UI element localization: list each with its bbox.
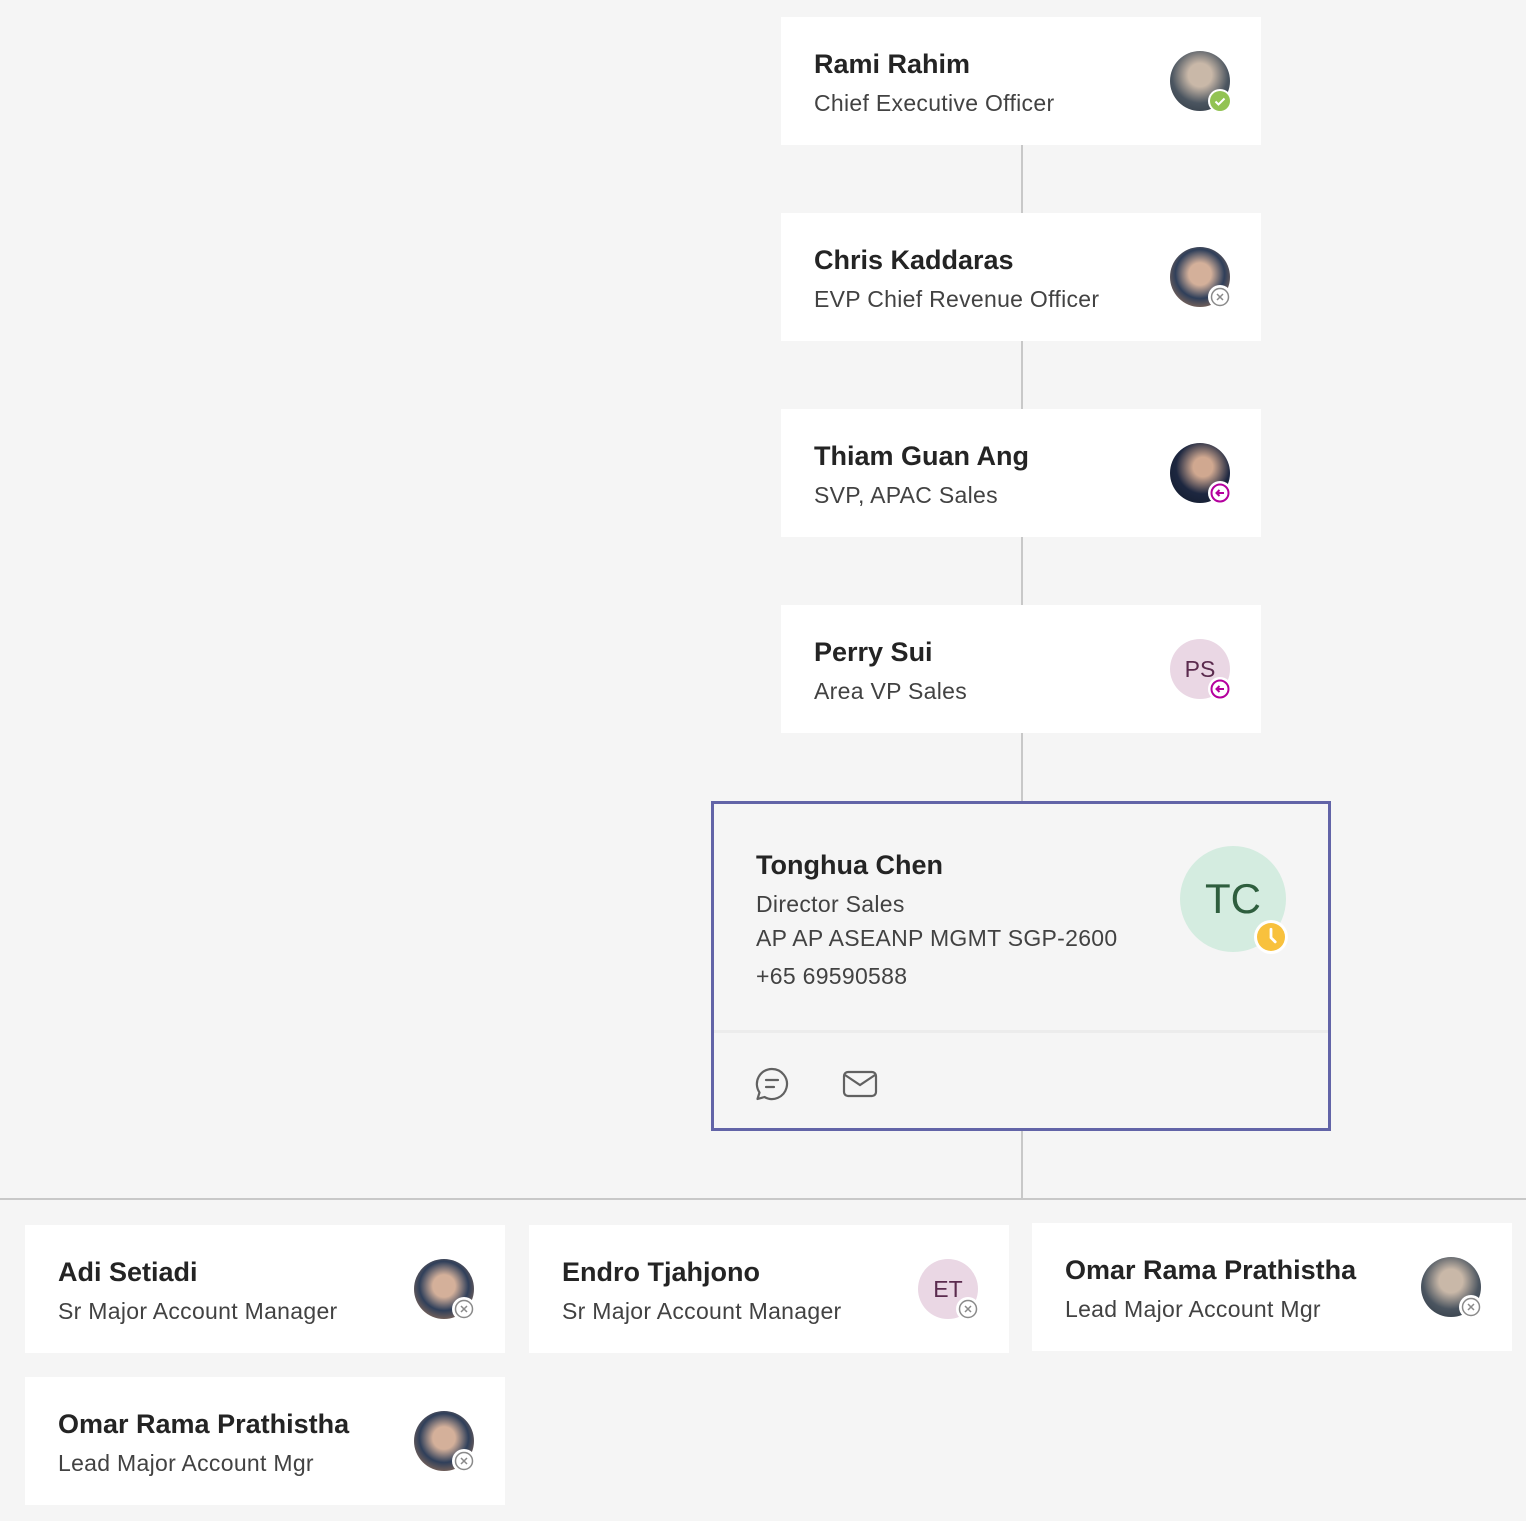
person-card[interactable]: Rami Rahim Chief Executive Officer xyxy=(781,17,1261,145)
person-title: Lead Major Account Mgr xyxy=(1065,1296,1321,1322)
offline-status-icon xyxy=(452,1449,476,1473)
avatar xyxy=(414,1411,476,1473)
offline-status-icon xyxy=(452,1297,476,1321)
chat-icon xyxy=(755,1067,789,1101)
person-department: AP AP ASEANP MGMT SGP-2600 xyxy=(756,925,1118,951)
person-name: Omar Rama Prathistha xyxy=(58,1409,350,1439)
mail-button[interactable] xyxy=(840,1064,880,1104)
person-card[interactable]: Perry Sui Area VP Sales PS xyxy=(781,605,1261,733)
person-title: EVP Chief Revenue Officer xyxy=(814,286,1100,312)
out-of-office-status-icon xyxy=(1208,481,1232,505)
person-card[interactable]: Chris Kaddaras EVP Chief Revenue Officer xyxy=(781,213,1261,341)
selected-person-card[interactable]: Tonghua Chen Director Sales AP AP ASEANP… xyxy=(711,801,1331,1131)
offline-status-icon xyxy=(1208,285,1232,309)
person-card[interactable]: Omar Rama Prathistha Lead Major Account … xyxy=(1032,1223,1512,1351)
offline-status-icon xyxy=(1459,1295,1483,1319)
person-card[interactable]: Endro Tjahjono Sr Major Account Manager E… xyxy=(529,1225,1009,1353)
reports-divider xyxy=(0,1198,1526,1200)
person-phone[interactable]: +65 69590588 xyxy=(756,963,907,990)
away-status-icon xyxy=(1254,920,1288,954)
person-name: Thiam Guan Ang xyxy=(814,441,1029,471)
person-title: Lead Major Account Mgr xyxy=(58,1450,314,1476)
person-card[interactable]: Adi Setiadi Sr Major Account Manager xyxy=(25,1225,505,1353)
person-title: SVP, APAC Sales xyxy=(814,482,998,508)
person-title: Sr Major Account Manager xyxy=(562,1298,842,1324)
person-title: Sr Major Account Manager xyxy=(58,1298,338,1324)
person-title: Director Sales xyxy=(756,891,905,917)
avatar xyxy=(1170,51,1232,113)
person-card[interactable]: Omar Rama Prathistha Lead Major Account … xyxy=(25,1377,505,1505)
avatar: ET xyxy=(918,1259,980,1321)
person-title: Area VP Sales xyxy=(814,678,968,704)
person-card[interactable]: Thiam Guan Ang SVP, APAC Sales xyxy=(781,409,1261,537)
avatar xyxy=(1170,443,1232,505)
person-name: Perry Sui xyxy=(814,637,933,667)
out-of-office-status-icon xyxy=(1208,677,1232,701)
person-name: Rami Rahim xyxy=(814,49,971,79)
person-name: Chris Kaddaras xyxy=(814,245,1014,275)
divider xyxy=(714,1030,1328,1033)
avatar xyxy=(414,1259,476,1321)
person-name: Adi Setiadi xyxy=(58,1257,198,1287)
person-name: Omar Rama Prathistha xyxy=(1065,1255,1357,1285)
avatar xyxy=(1170,247,1232,309)
person-name: Endro Tjahjono xyxy=(562,1257,760,1287)
avatar xyxy=(1421,1257,1483,1319)
avatar: PS xyxy=(1170,639,1232,701)
available-status-icon xyxy=(1208,89,1232,113)
offline-status-icon xyxy=(956,1297,980,1321)
chat-button[interactable] xyxy=(752,1064,792,1104)
mail-icon xyxy=(842,1070,878,1098)
avatar: TC xyxy=(1180,846,1288,954)
person-title: Chief Executive Officer xyxy=(814,90,1055,116)
person-name: Tonghua Chen xyxy=(756,850,943,880)
connector-line xyxy=(1021,1131,1023,1199)
